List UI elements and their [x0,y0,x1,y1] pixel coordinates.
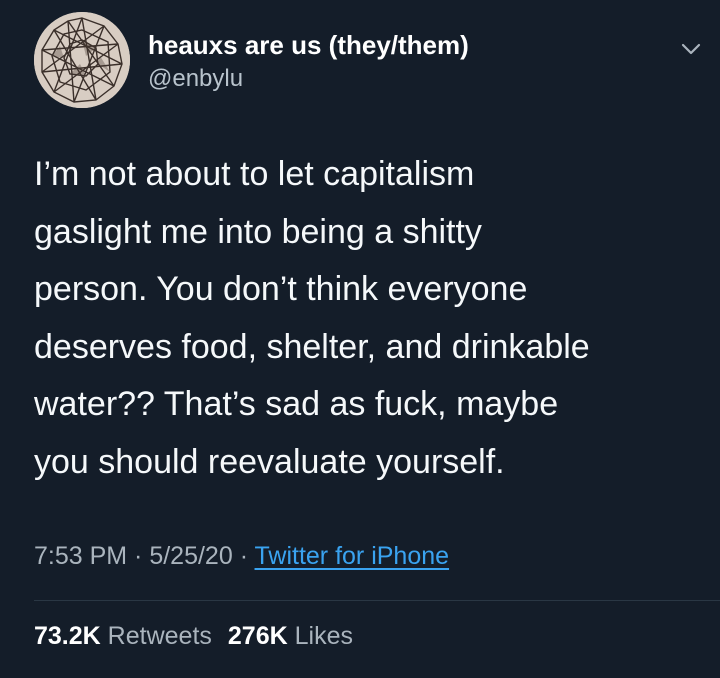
tweet-stats: 73.2K Retweets 276K Likes [34,622,353,651]
tweet-text: I’m not about to let capitalism gaslight… [34,155,590,481]
likes-count: 276K [227,622,288,650]
avatar-pattern [34,12,130,108]
tweet-card: heauxs are us (they/them) @enbylu I’m no… [0,0,720,678]
tweet-date[interactable]: 5/25/20 [149,542,232,570]
retweets-label: Retweets [107,622,212,650]
tweet-header: heauxs are us (they/them) @enbylu [34,12,704,108]
meta-separator: · [232,542,255,570]
avatar[interactable] [34,12,130,108]
display-name[interactable]: heauxs are us (they/them) [148,30,469,60]
tweet-meta: 7:53 PM · 5/25/20 · Twitter for iPhone [34,542,449,571]
retweets-count: 73.2K [34,622,101,650]
author-names: heauxs are us (they/them) @enbylu [148,30,469,94]
chevron-down-icon[interactable] [680,38,702,60]
divider [34,600,720,601]
retweets-stat[interactable]: 73.2K Retweets [34,622,212,650]
tweet-source-link[interactable]: Twitter for iPhone [255,542,450,570]
likes-label: Likes [294,622,353,650]
likes-stat[interactable]: 276K Likes [228,622,353,650]
user-handle[interactable]: @enbylu [148,64,469,94]
tweet-time[interactable]: 7:53 PM [34,542,127,570]
meta-separator: · [127,542,150,570]
